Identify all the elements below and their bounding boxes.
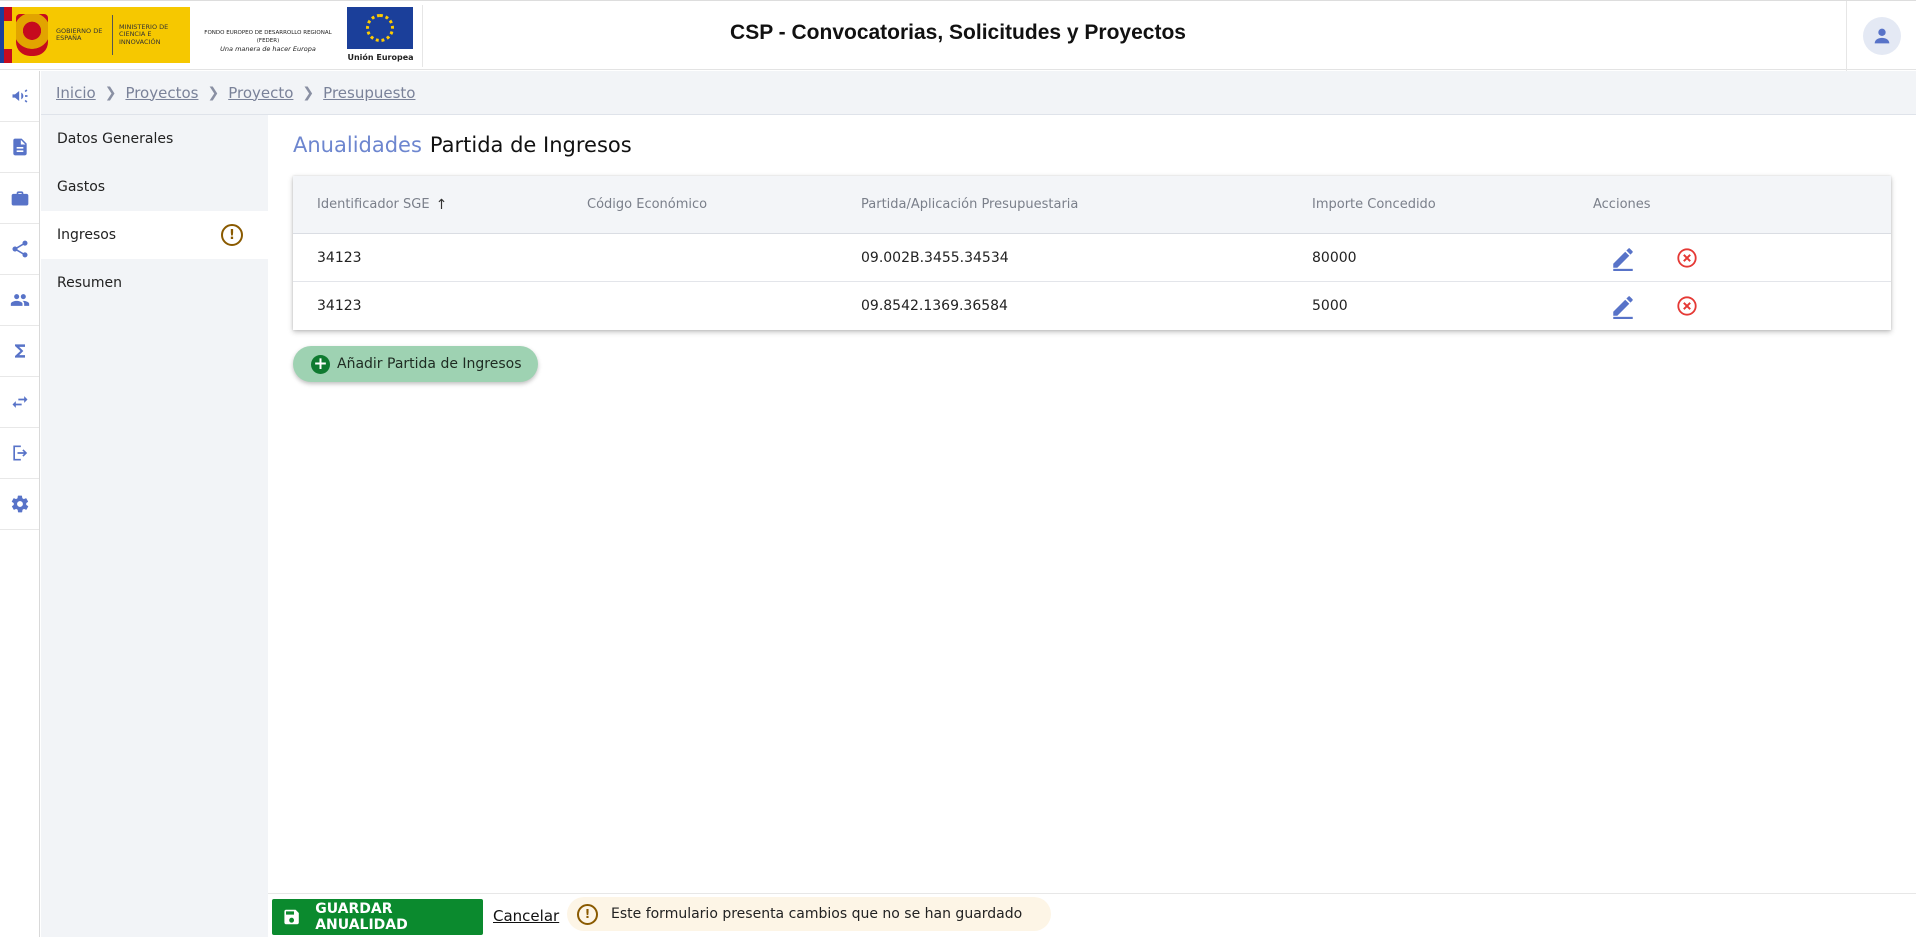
module-rail xyxy=(0,71,40,937)
save-floppy-icon xyxy=(284,909,299,925)
rail-convocatorias[interactable] xyxy=(0,71,39,122)
header-partida-aplicacion[interactable]: Partida/Aplicación Presupuestaria xyxy=(861,176,1078,233)
page-title: Anualidades Partida de Ingresos xyxy=(293,133,632,157)
logout-icon xyxy=(12,445,27,461)
user-menu[interactable] xyxy=(1846,1,1916,71)
main-content: Anualidades Partida de Ingresos Identific… xyxy=(268,115,1916,893)
rail-configuracion[interactable] xyxy=(0,479,39,530)
breadcrumb: Inicio ❯ Proyectos ❯ Proyecto ❯ Presupue… xyxy=(41,71,1916,115)
page-title-primary: Anualidades xyxy=(293,133,422,157)
save-anualidad-button[interactable]: GUARDAR ANUALIDAD xyxy=(272,899,483,935)
transfer-icon xyxy=(12,396,27,408)
delete-cancel-icon[interactable] xyxy=(1676,295,1698,317)
nav-item-label: Ingresos xyxy=(57,227,117,243)
user-icon[interactable] xyxy=(1862,17,1901,55)
warning-icon: ! xyxy=(221,224,243,246)
rail-compartir[interactable] xyxy=(0,224,39,275)
header-importe-concedido[interactable]: Importe Concedido xyxy=(1312,176,1436,233)
partidas-table: Identificador SGE ↑ Código Económico Par… xyxy=(293,176,1891,330)
add-circle-icon: + xyxy=(311,354,330,374)
edit-pencil-icon[interactable] xyxy=(1610,293,1636,319)
unsaved-changes-text: Este formulario presenta cambios que no … xyxy=(611,906,1023,922)
page-title-secondary: Partida de Ingresos xyxy=(429,133,632,157)
gear-icon xyxy=(11,495,28,513)
people-icon xyxy=(10,294,29,306)
rail-salir[interactable] xyxy=(0,428,39,479)
header-acciones: Acciones xyxy=(1593,197,1651,212)
app-header: GOBIERNO DE ESPAÑA MINISTERIO DE CIENCIA… xyxy=(0,0,1916,71)
briefcase-icon xyxy=(11,191,28,206)
share-icon xyxy=(12,240,27,258)
cell-identificador-sge: 34123 xyxy=(317,298,362,314)
nav-item-gastos[interactable]: Gastos xyxy=(41,163,268,211)
breadcrumb-proyecto[interactable]: Proyecto xyxy=(228,84,293,102)
add-partida-ingresos-button[interactable]: + Añadir Partida de Ingresos xyxy=(293,346,538,382)
section-nav: Datos Generales Gastos Ingresos ! Resume… xyxy=(41,115,268,937)
breadcrumb-proyectos[interactable]: Proyectos xyxy=(125,84,198,102)
sort-arrow-up-icon: ↑ xyxy=(435,196,448,213)
chevron-right-icon: ❯ xyxy=(207,84,220,101)
cell-partida: 09.8542.1369.36584 xyxy=(861,298,1008,314)
nav-item-resumen[interactable]: Resumen xyxy=(41,259,268,307)
rail-personal[interactable] xyxy=(0,275,39,326)
megaphone-icon xyxy=(12,89,27,103)
unsaved-changes-banner: ! Este formulario presenta cambios que n… xyxy=(567,897,1051,931)
app-title: CSP - Convocatorias, Solicitudes y Proye… xyxy=(730,21,1186,44)
chevron-right-icon: ❯ xyxy=(302,84,315,101)
delete-cancel-icon[interactable] xyxy=(1676,247,1698,269)
header-identificador-sge[interactable]: Identificador SGE ↑ xyxy=(317,176,447,233)
table-header: Identificador SGE ↑ Código Económico Par… xyxy=(293,176,1891,234)
edit-pencil-icon[interactable] xyxy=(1610,245,1636,271)
save-button-label: GUARDAR ANUALIDAD xyxy=(315,901,408,933)
rail-proyectos[interactable] xyxy=(0,173,39,224)
sigma-icon xyxy=(14,344,25,358)
cell-partida: 09.002B.3455.34534 xyxy=(861,249,1009,266)
breadcrumb-inicio[interactable]: Inicio xyxy=(56,84,96,102)
cancel-link[interactable]: Cancelar xyxy=(493,907,559,925)
warning-icon: ! xyxy=(577,903,598,925)
cell-identificador-sge: 34123 xyxy=(317,249,362,266)
add-button-label: Añadir Partida de Ingresos xyxy=(337,356,522,372)
chevron-right-icon: ❯ xyxy=(104,84,117,101)
cell-importe: 80000 xyxy=(1312,249,1357,266)
rail-presupuesto[interactable] xyxy=(0,326,39,377)
nav-item-ingresos[interactable]: Ingresos ! xyxy=(41,211,268,259)
rail-solicitudes[interactable] xyxy=(0,122,39,173)
table-row: 34123 09.002B.3455.34534 80000 xyxy=(293,234,1891,282)
rail-transferencias[interactable] xyxy=(0,377,39,428)
breadcrumb-presupuesto[interactable]: Presupuesto xyxy=(323,84,415,102)
cell-importe: 5000 xyxy=(1312,298,1348,314)
document-icon xyxy=(12,138,27,156)
nav-item-datos-generales[interactable]: Datos Generales xyxy=(41,115,268,163)
table-row: 34123 09.8542.1369.36584 5000 xyxy=(293,282,1891,330)
form-footer: GUARDAR ANUALIDAD Cancelar ! Este formul… xyxy=(268,893,1916,937)
header-codigo-economico[interactable]: Código Económico xyxy=(587,176,707,233)
